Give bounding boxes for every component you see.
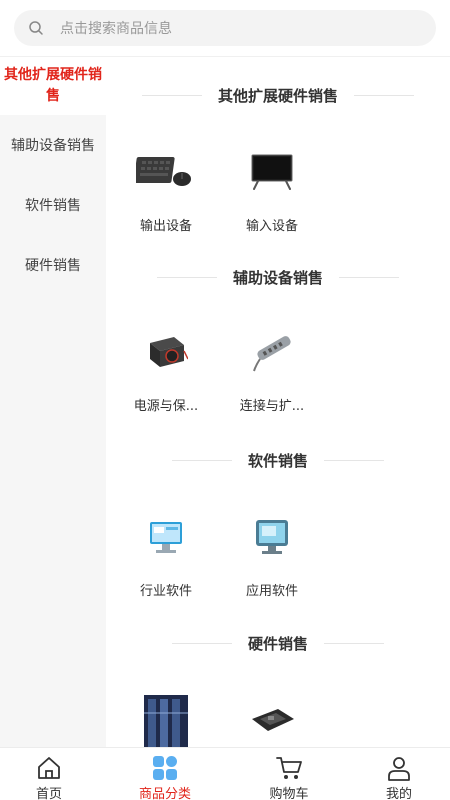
cart-icon: [275, 755, 303, 781]
category-item-label: 输出设备: [139, 219, 192, 234]
section-title: 辅助设备销售: [106, 265, 450, 289]
category-icon: [151, 755, 179, 781]
sidebar-item-label: 其他扩展硬件销售: [4, 67, 102, 104]
sidebar-item-software[interactable]: 软件销售: [0, 175, 106, 235]
category-item[interactable]: 行业软件: [126, 510, 206, 599]
divider: [141, 94, 202, 96]
tab-label: 购物车: [269, 787, 309, 800]
category-item-label: 电源与保...: [133, 399, 199, 414]
category-item[interactable]: 输入设备: [232, 145, 312, 234]
sidebar-item-auxiliary[interactable]: 辅助设备销售: [0, 115, 106, 175]
divider: [354, 94, 414, 96]
category-item[interactable]: 电源与保...: [126, 325, 206, 414]
tab-category[interactable]: 商品分类: [109, 748, 221, 800]
sidebar-item-other-hardware[interactable]: 其他扩展硬件销售: [0, 57, 106, 115]
bottom-tab-bar: 首页 商品分类 购物车 我的: [0, 747, 450, 800]
category-sidebar: 其他扩展硬件销售 辅助设备销售 软件销售 硬件销售: [0, 57, 106, 747]
usb-hub-image: [240, 325, 304, 377]
category-item[interactable]: 应用软件: [232, 510, 312, 599]
search-icon: [28, 20, 44, 36]
monitor-image: [240, 145, 304, 197]
category-item[interactable]: 连接与扩...: [232, 325, 312, 414]
divider: [171, 642, 232, 644]
section-title: 硬件销售: [106, 631, 450, 655]
motherboard-image: [240, 693, 304, 747]
home-icon: [35, 755, 63, 781]
tab-label: 商品分类: [138, 787, 191, 800]
user-icon: [385, 755, 413, 781]
keyboard-mouse-image: [134, 145, 198, 197]
tab-cart[interactable]: 购物车: [233, 748, 345, 800]
industry-software-image: [134, 510, 198, 562]
server-rack-image: [134, 693, 198, 747]
tab-label: 首页: [35, 787, 62, 800]
category-content: 其他扩展硬件销售 输出设备 输入设备 辅助设备销售 电源与保... 连接与扩..…: [106, 57, 450, 747]
divider: [171, 459, 232, 461]
category-item[interactable]: 输出设备: [126, 145, 206, 234]
search-bar[interactable]: 点击搜索商品信息: [14, 10, 436, 46]
section-title-text: 其他扩展硬件销售: [217, 86, 338, 105]
app-software-image: [240, 510, 304, 562]
category-item[interactable]: [126, 693, 206, 747]
sidebar-item-label: 辅助设备销售: [11, 138, 95, 154]
section-title-text: 硬件销售: [247, 634, 308, 653]
section-title-text: 软件销售: [247, 451, 308, 470]
divider: [324, 642, 384, 644]
sidebar-item-label: 硬件销售: [25, 258, 81, 274]
divider: [339, 276, 399, 278]
tab-profile[interactable]: 我的: [343, 748, 450, 800]
divider: [324, 459, 384, 461]
category-item-label: 输入设备: [245, 219, 298, 234]
divider: [156, 276, 217, 278]
tab-label: 我的: [385, 787, 412, 800]
sidebar-item-hardware[interactable]: 硬件销售: [0, 235, 106, 295]
power-supply-image: [134, 325, 198, 377]
sidebar-item-label: 软件销售: [25, 198, 81, 214]
tab-home[interactable]: 首页: [0, 748, 105, 800]
category-item-label: 行业软件: [139, 584, 192, 599]
category-item-label: 应用软件: [245, 584, 298, 599]
section-title: 软件销售: [106, 448, 450, 472]
section-title-text: 辅助设备销售: [232, 268, 323, 287]
section-title: 其他扩展硬件销售: [106, 83, 450, 107]
category-item-label: 连接与扩...: [239, 399, 305, 414]
category-item[interactable]: [232, 693, 312, 747]
category-page: 点击搜索商品信息 其他扩展硬件销售 辅助设备销售 软件销售 硬件销售 其他扩展硬…: [0, 0, 450, 800]
search-placeholder: 点击搜索商品信息: [60, 21, 172, 37]
